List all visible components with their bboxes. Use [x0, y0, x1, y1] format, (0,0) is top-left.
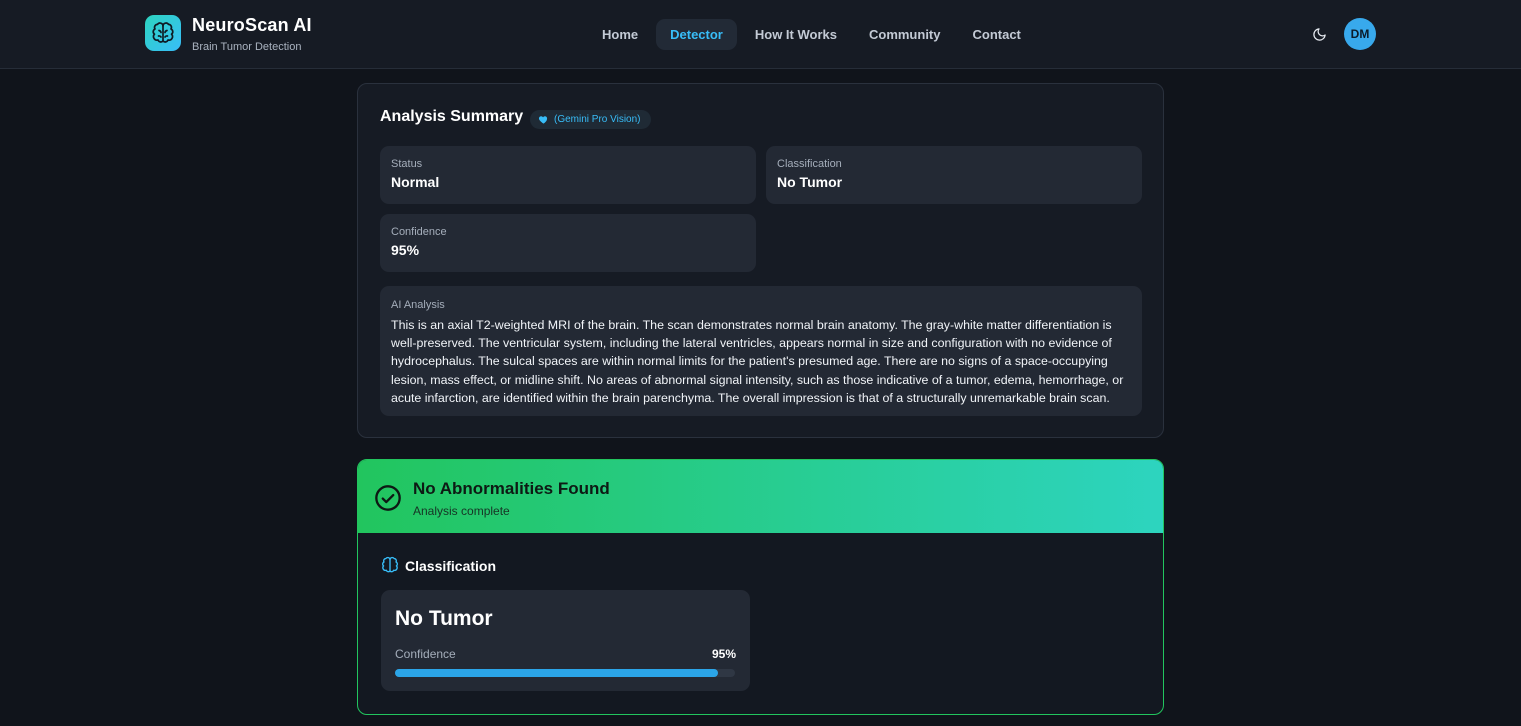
app-subtitle: Brain Tumor Detection — [192, 41, 302, 53]
status-label: Status — [391, 158, 423, 170]
brain-icon — [382, 556, 398, 573]
confidence-progress-fill — [395, 669, 718, 677]
ai-analysis-box: AI Analysis This is an axial T2-weighted… — [380, 286, 1142, 416]
ai-analysis-text: This is an axial T2-weighted MRI of the … — [391, 318, 1124, 405]
check-circle-icon — [375, 485, 401, 511]
classification-label: Classification — [777, 158, 842, 170]
classification-stat: Classification No Tumor — [766, 146, 1142, 204]
classification-result-box: No Tumor Confidence 95% — [381, 590, 750, 691]
nav-home[interactable]: Home — [588, 19, 652, 50]
summary-title: Analysis Summary — [380, 108, 524, 125]
confidence-value: 95% — [391, 242, 420, 258]
status-stat: Status Normal — [380, 146, 756, 204]
model-badge: (Gemini Pro Vision) — [530, 110, 651, 129]
confidence-bar-label: Confidence — [395, 647, 456, 661]
classification-result: No Tumor — [395, 607, 493, 630]
top-navbar: NeuroScan AI Brain Tumor Detection Home … — [0, 0, 1521, 69]
nav-detector[interactable]: Detector — [656, 18, 737, 50]
main-nav: Home Detector How It Works Community Con… — [588, 18, 1039, 50]
result-title: No Abnormalities Found — [413, 479, 610, 498]
nav-how-it-works[interactable]: How It Works — [741, 19, 851, 50]
classification-heading: Classification — [405, 558, 497, 574]
result-subtitle: Analysis complete — [413, 504, 510, 518]
brain-icon — [152, 22, 174, 43]
app-title[interactable]: NeuroScan AI — [192, 15, 312, 36]
theme-toggle-button[interactable] — [1309, 24, 1329, 44]
status-value: Normal — [391, 174, 440, 190]
result-banner: No Abnormalities Found Analysis complete — [358, 460, 1163, 533]
confidence-bar-value: 95% — [711, 647, 736, 661]
confidence-progress-bar — [395, 669, 735, 677]
ai-analysis-label: AI Analysis — [391, 299, 445, 311]
nav-community[interactable]: Community — [855, 19, 955, 50]
analysis-summary-card: Analysis Summary (Gemini Pro Vision) Sta… — [357, 83, 1164, 438]
app-logo[interactable] — [145, 15, 181, 51]
model-badge-label: (Gemini Pro Vision) — [554, 114, 641, 125]
classification-value: No Tumor — [777, 174, 843, 190]
nav-contact[interactable]: Contact — [958, 19, 1034, 50]
user-avatar[interactable]: DM — [1344, 18, 1376, 50]
confidence-stat: Confidence 95% — [380, 214, 756, 272]
heart-icon — [538, 116, 548, 124]
result-card: No Abnormalities Found Analysis complete… — [357, 459, 1164, 715]
moon-icon — [1312, 27, 1326, 41]
confidence-label: Confidence — [391, 226, 447, 238]
